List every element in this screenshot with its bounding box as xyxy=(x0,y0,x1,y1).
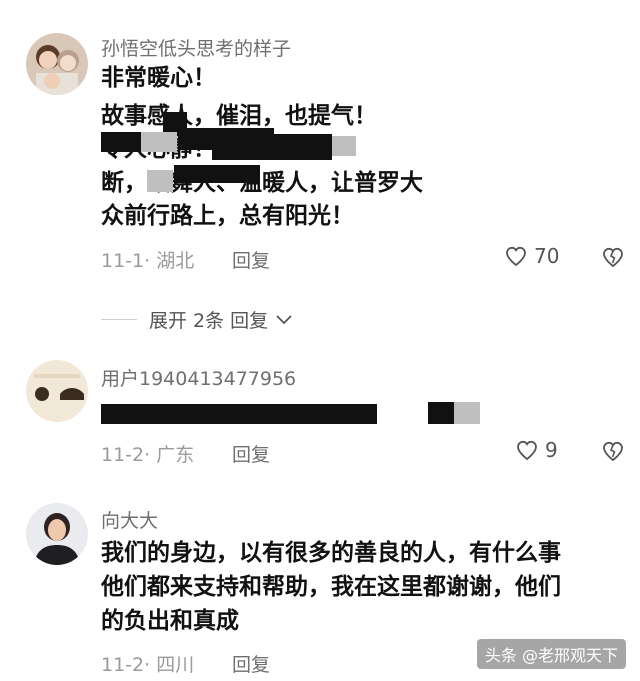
like-button[interactable]: 70 xyxy=(504,244,559,268)
broken-heart-icon xyxy=(603,247,623,268)
redaction-mark xyxy=(174,165,260,183)
dislike-button[interactable] xyxy=(600,439,626,467)
redaction-mark xyxy=(332,136,356,156)
comment-text-line: 故事感人，催泪，也提气！ xyxy=(101,103,377,129)
comment-text-line: 众前行路上，总有阳光！ xyxy=(101,203,354,229)
redaction-mark xyxy=(428,402,454,424)
username[interactable]: 用户1940413477956 xyxy=(101,364,296,391)
avatar-photo-icon xyxy=(26,503,88,565)
like-count: 70 xyxy=(534,244,560,268)
redaction-mark xyxy=(141,132,177,152)
comment-text-line: 的负出和真成 xyxy=(101,608,239,634)
expand-replies-label: 展开 2条 回复 xyxy=(149,310,269,332)
broken-heart-icon xyxy=(603,441,623,462)
redaction-mark xyxy=(101,404,377,424)
redaction-mark xyxy=(101,132,141,152)
comment-meta: 11-2· 广东 xyxy=(101,444,195,466)
like-button[interactable]: 9 xyxy=(515,438,558,462)
heart-outline-icon xyxy=(517,440,537,461)
avatar-photo-icon xyxy=(26,360,88,422)
comment-meta: 11-1· 湖北 xyxy=(101,250,195,272)
chevron-down-icon xyxy=(276,314,292,324)
comment-text-line: 非常暖心！ xyxy=(101,65,216,91)
watermark: 头条 @老邢观天下 xyxy=(476,639,626,669)
reply-button[interactable]: 回复 xyxy=(232,440,270,467)
comment-text-line: 他们都来支持和帮助，我在这里都谢谢，他们 xyxy=(101,574,561,600)
reply-button[interactable]: 回复 xyxy=(232,650,270,677)
username[interactable]: 孙悟空低头思考的样子 xyxy=(101,34,291,61)
comment-meta: 11-2· 四川 xyxy=(101,654,195,676)
like-count: 9 xyxy=(545,438,558,462)
divider xyxy=(101,319,137,320)
username[interactable]: 向大大 xyxy=(101,506,158,533)
expand-replies-button[interactable]: 展开 2条 回复 xyxy=(101,306,294,333)
redaction-mark xyxy=(454,402,480,424)
reply-button[interactable]: 回复 xyxy=(232,246,270,273)
heart-outline-icon xyxy=(506,246,526,267)
avatar[interactable] xyxy=(26,503,88,565)
comment-text-line: 我们的身边，以有很多的善良的人，有什么事 xyxy=(101,540,561,566)
avatar[interactable] xyxy=(26,360,88,422)
redaction-mark xyxy=(212,134,332,160)
avatar[interactable] xyxy=(26,33,88,95)
avatar-photo-icon xyxy=(26,33,88,95)
dislike-button[interactable] xyxy=(600,245,626,273)
redaction-mark xyxy=(147,170,173,192)
